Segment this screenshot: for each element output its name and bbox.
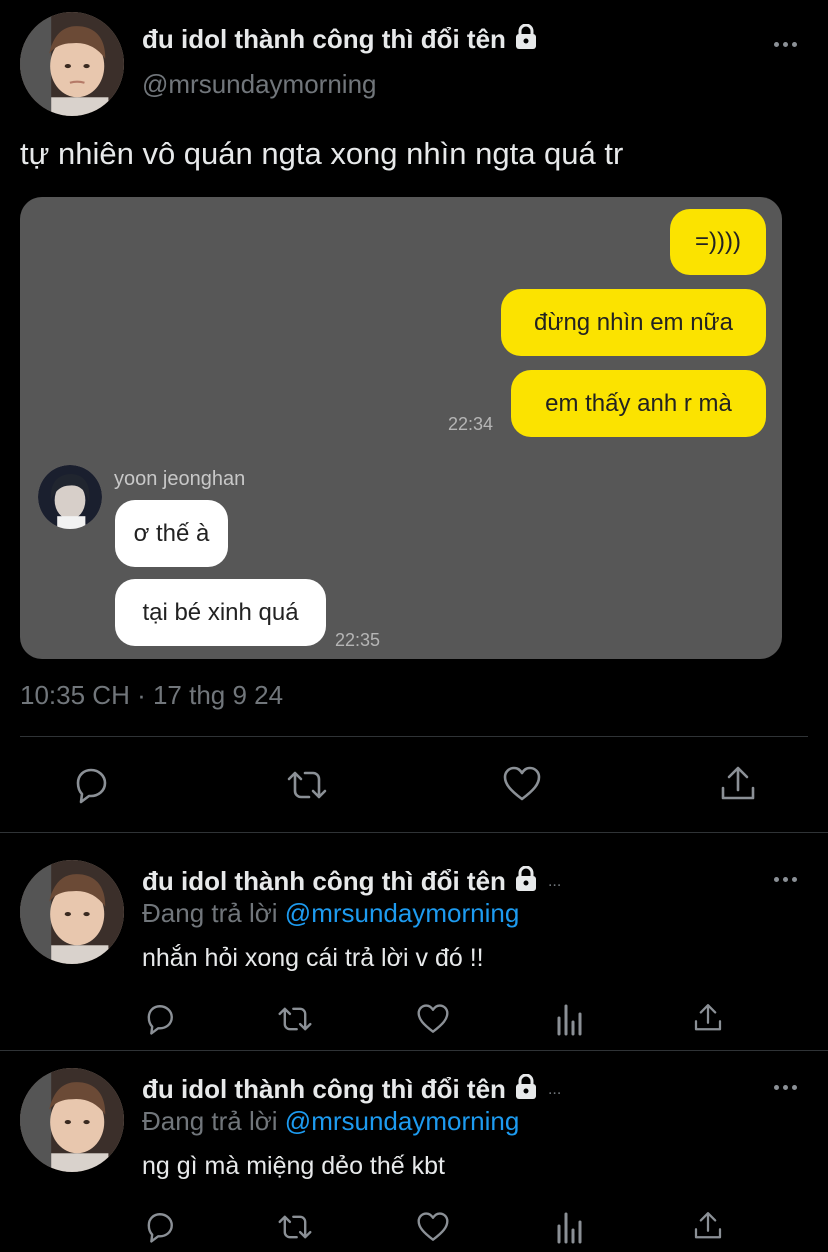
chat-sender-name: yoon jeonghan <box>114 468 246 490</box>
chat-bubble-outgoing: =)))) <box>670 209 766 275</box>
chat-time-incoming: 22:35 <box>335 630 381 650</box>
chat-bubble-incoming: tại bé xinh quá <box>115 579 326 646</box>
tweet-text: tự nhiên vô quán ngta xong nhìn ngta quá… <box>20 136 624 171</box>
attached-chat-image[interactable]: =)))) đừng nhìn em nữa em thấy anh r mà … <box>20 197 782 659</box>
replying-to: Đang trả lời @mrsundaymorning <box>142 898 520 928</box>
divider <box>0 1050 828 1051</box>
reply-name-row[interactable]: đu idol thành công thì đổi tên ... <box>142 865 562 897</box>
chat-bubble-outgoing: đừng nhìn em nữa <box>501 289 766 356</box>
share-icon[interactable] <box>692 1001 724 1035</box>
reply-display-name[interactable]: đu idol thành công thì đổi tên <box>142 866 506 897</box>
replying-to-mention[interactable]: @mrsundaymorning <box>285 1106 519 1136</box>
retweet-icon[interactable] <box>276 1002 314 1036</box>
more-icon[interactable] <box>774 42 797 47</box>
reply-avatar[interactable] <box>20 1068 124 1172</box>
lock-icon <box>514 1073 538 1105</box>
divider <box>20 736 808 737</box>
name-truncation: ... <box>547 1080 562 1098</box>
retweet-icon[interactable] <box>285 765 329 805</box>
reply-display-name[interactable]: đu idol thành công thì đổi tên <box>142 1074 506 1105</box>
author-avatar[interactable] <box>20 12 124 116</box>
share-icon[interactable] <box>692 1209 724 1243</box>
reply-text: ng gì mà miệng dẻo thế kbt <box>142 1152 445 1180</box>
like-icon[interactable] <box>416 1211 450 1243</box>
author-display-name[interactable]: đu idol thành công thì đổi tên <box>142 24 506 55</box>
author-handle[interactable]: @mrsundaymorning <box>142 69 376 100</box>
divider <box>0 832 828 833</box>
replying-to-mention[interactable]: @mrsundaymorning <box>285 898 519 928</box>
more-icon[interactable] <box>774 877 797 882</box>
replying-to: Đang trả lời @mrsundaymorning <box>142 1106 520 1136</box>
more-icon[interactable] <box>774 1085 797 1090</box>
retweet-icon[interactable] <box>276 1210 314 1244</box>
chat-contact-avatar <box>38 465 102 529</box>
lock-icon <box>514 23 538 55</box>
name-truncation: ... <box>547 872 562 890</box>
author-name-row[interactable]: đu idol thành công thì đổi tên <box>142 23 538 55</box>
like-icon[interactable] <box>416 1003 450 1035</box>
tweet-timestamp[interactable]: 10:35 CH · 17 thg 9 24 <box>20 680 283 711</box>
reply-text: nhắn hỏi xong cái trả lời v đó !! <box>142 944 484 972</box>
lock-icon <box>514 865 538 897</box>
chat-time-outgoing: 22:34 <box>448 414 494 434</box>
like-icon[interactable] <box>502 765 542 803</box>
reply-icon[interactable] <box>70 765 110 805</box>
chat-bubble-outgoing: em thấy anh r mà <box>511 370 766 437</box>
share-icon[interactable] <box>718 764 758 804</box>
chat-bubble-incoming: ơ thế à <box>115 500 228 567</box>
reply-icon[interactable] <box>142 1210 176 1244</box>
reply-name-row[interactable]: đu idol thành công thì đổi tên ... <box>142 1073 562 1105</box>
reply-avatar[interactable] <box>20 860 124 964</box>
analytics-icon[interactable] <box>555 1002 585 1036</box>
analytics-icon[interactable] <box>555 1210 585 1244</box>
reply-icon[interactable] <box>142 1002 176 1036</box>
